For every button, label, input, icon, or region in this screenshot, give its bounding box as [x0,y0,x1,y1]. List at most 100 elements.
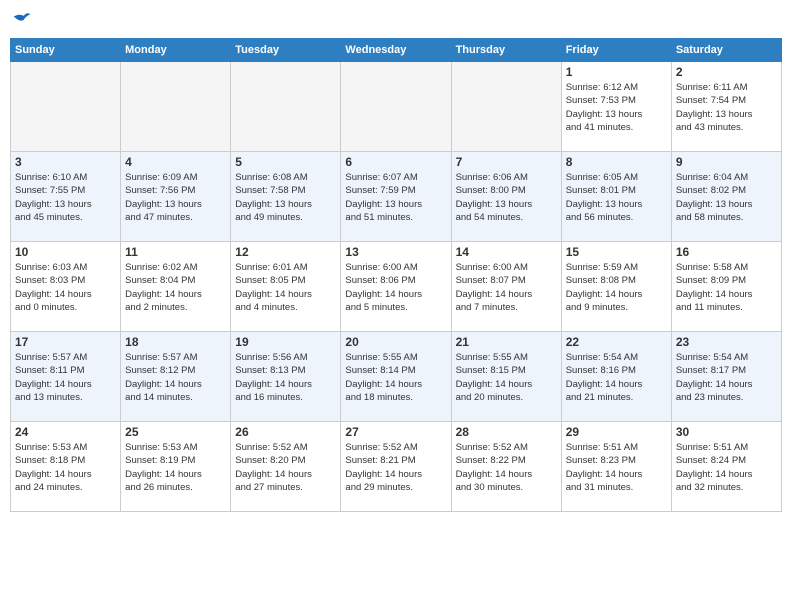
day-info: Sunrise: 5:52 AMSunset: 8:20 PMDaylight:… [235,441,336,494]
day-info: Sunrise: 5:51 AMSunset: 8:23 PMDaylight:… [566,441,667,494]
calendar-header-tuesday: Tuesday [231,39,341,62]
calendar-cell: 15 Sunrise: 5:59 AMSunset: 8:08 PMDayligh… [561,242,671,332]
day-number: 7 [456,155,557,169]
calendar-cell: 28 Sunrise: 5:52 AMSunset: 8:22 PMDayligh… [451,422,561,512]
day-info: Sunrise: 6:06 AMSunset: 8:00 PMDaylight:… [456,171,557,224]
day-number: 28 [456,425,557,439]
day-info: Sunrise: 6:10 AMSunset: 7:55 PMDaylight:… [15,171,116,224]
calendar-cell: 30 Sunrise: 5:51 AMSunset: 8:24 PMDayligh… [671,422,781,512]
calendar-cell: 23 Sunrise: 5:54 AMSunset: 8:17 PMDayligh… [671,332,781,422]
calendar-cell [451,62,561,152]
calendar-cell [121,62,231,152]
day-info: Sunrise: 6:08 AMSunset: 7:58 PMDaylight:… [235,171,336,224]
day-info: Sunrise: 5:54 AMSunset: 8:17 PMDaylight:… [676,351,777,404]
day-number: 24 [15,425,116,439]
calendar-cell: 16 Sunrise: 5:58 AMSunset: 8:09 PMDayligh… [671,242,781,332]
calendar-cell: 26Sunrise: 5:52 AMSunset: 8:20 PMDayligh… [231,422,341,512]
day-info: Sunrise: 5:55 AMSunset: 8:15 PMDaylight:… [456,351,557,404]
day-info: Sunrise: 6:09 AMSunset: 7:56 PMDaylight:… [125,171,226,224]
day-info: Sunrise: 6:03 AMSunset: 8:03 PMDaylight:… [15,261,116,314]
calendar-header-friday: Friday [561,39,671,62]
day-number: 17 [15,335,116,349]
calendar-week-row: 3 Sunrise: 6:10 AMSunset: 7:55 PMDaylight… [11,152,782,242]
day-number: 13 [345,245,446,259]
day-info: Sunrise: 6:07 AMSunset: 7:59 PMDaylight:… [345,171,446,224]
page-header [10,10,782,30]
calendar-cell [11,62,121,152]
calendar-cell: 9 Sunrise: 6:04 AMSunset: 8:02 PMDaylight… [671,152,781,242]
calendar-header-sunday: Sunday [11,39,121,62]
calendar-cell: 8Sunrise: 6:05 AMSunset: 8:01 PMDaylight… [561,152,671,242]
calendar-cell: 24 Sunrise: 5:53 AMSunset: 8:18 PMDayligh… [11,422,121,512]
calendar-cell: 18Sunrise: 5:57 AMSunset: 8:12 PMDayligh… [121,332,231,422]
calendar-cell: 12 Sunrise: 6:01 AMSunset: 8:05 PMDayligh… [231,242,341,332]
calendar-header-saturday: Saturday [671,39,781,62]
calendar-cell: 13 Sunrise: 6:00 AMSunset: 8:06 PMDayligh… [341,242,451,332]
calendar-cell: 27 Sunrise: 5:52 AMSunset: 8:21 PMDayligh… [341,422,451,512]
day-number: 23 [676,335,777,349]
day-number: 15 [566,245,667,259]
day-number: 25 [125,425,226,439]
day-info: Sunrise: 6:02 AMSunset: 8:04 PMDaylight:… [125,261,226,314]
calendar-cell: 1 Sunrise: 6:12 AMSunset: 7:53 PMDaylight… [561,62,671,152]
calendar-cell: 17 Sunrise: 5:57 AMSunset: 8:11 PMDayligh… [11,332,121,422]
day-number: 29 [566,425,667,439]
calendar-cell: 4 Sunrise: 6:09 AMSunset: 7:56 PMDaylight… [121,152,231,242]
day-number: 4 [125,155,226,169]
day-number: 20 [345,335,446,349]
day-number: 16 [676,245,777,259]
calendar-cell [341,62,451,152]
day-info: Sunrise: 5:52 AMSunset: 8:21 PMDaylight:… [345,441,446,494]
calendar-week-row: 1 Sunrise: 6:12 AMSunset: 7:53 PMDaylight… [11,62,782,152]
calendar-cell: 20 Sunrise: 5:55 AMSunset: 8:14 PMDayligh… [341,332,451,422]
calendar-cell: 29 Sunrise: 5:51 AMSunset: 8:23 PMDayligh… [561,422,671,512]
calendar-week-row: 24 Sunrise: 5:53 AMSunset: 8:18 PMDayligh… [11,422,782,512]
calendar-header-row: SundayMondayTuesdayWednesdayThursdayFrid… [11,39,782,62]
day-info: Sunrise: 6:11 AMSunset: 7:54 PMDaylight:… [676,81,777,134]
calendar-cell [231,62,341,152]
calendar-cell: 3 Sunrise: 6:10 AMSunset: 7:55 PMDaylight… [11,152,121,242]
day-info: Sunrise: 5:53 AMSunset: 8:18 PMDaylight:… [15,441,116,494]
day-number: 3 [15,155,116,169]
calendar-cell: 22Sunrise: 5:54 AMSunset: 8:16 PMDayligh… [561,332,671,422]
calendar-cell: 5 Sunrise: 6:08 AMSunset: 7:58 PMDaylight… [231,152,341,242]
day-number: 2 [676,65,777,79]
calendar-cell: 25 Sunrise: 5:53 AMSunset: 8:19 PMDayligh… [121,422,231,512]
day-number: 8 [566,155,667,169]
day-info: Sunrise: 5:52 AMSunset: 8:22 PMDaylight:… [456,441,557,494]
day-number: 10 [15,245,116,259]
day-number: 30 [676,425,777,439]
day-info: Sunrise: 5:56 AMSunset: 8:13 PMDaylight:… [235,351,336,404]
day-number: 1 [566,65,667,79]
day-info: Sunrise: 6:12 AMSunset: 7:53 PMDaylight:… [566,81,667,134]
calendar-cell: 19 Sunrise: 5:56 AMSunset: 8:13 PMDayligh… [231,332,341,422]
day-number: 9 [676,155,777,169]
day-info: Sunrise: 5:53 AMSunset: 8:19 PMDaylight:… [125,441,226,494]
calendar-cell: 21 Sunrise: 5:55 AMSunset: 8:15 PMDayligh… [451,332,561,422]
day-number: 18 [125,335,226,349]
day-number: 27 [345,425,446,439]
day-info: Sunrise: 5:57 AMSunset: 8:11 PMDaylight:… [15,351,116,404]
logo-bird-icon [12,10,32,30]
calendar-cell: 2 Sunrise: 6:11 AMSunset: 7:54 PMDaylight… [671,62,781,152]
day-number: 19 [235,335,336,349]
calendar-cell: 10 Sunrise: 6:03 AMSunset: 8:03 PMDayligh… [11,242,121,332]
day-number: 21 [456,335,557,349]
day-info: Sunrise: 6:01 AMSunset: 8:05 PMDaylight:… [235,261,336,314]
day-number: 12 [235,245,336,259]
day-info: Sunrise: 5:58 AMSunset: 8:09 PMDaylight:… [676,261,777,314]
day-info: Sunrise: 6:04 AMSunset: 8:02 PMDaylight:… [676,171,777,224]
day-number: 11 [125,245,226,259]
day-info: Sunrise: 5:55 AMSunset: 8:14 PMDaylight:… [345,351,446,404]
calendar-table: SundayMondayTuesdayWednesdayThursdayFrid… [10,38,782,512]
calendar-week-row: 17 Sunrise: 5:57 AMSunset: 8:11 PMDayligh… [11,332,782,422]
calendar-cell: 11 Sunrise: 6:02 AMSunset: 8:04 PMDayligh… [121,242,231,332]
day-info: Sunrise: 5:54 AMSunset: 8:16 PMDaylight:… [566,351,667,404]
calendar-cell: 7 Sunrise: 6:06 AMSunset: 8:00 PMDaylight… [451,152,561,242]
day-info: Sunrise: 6:00 AMSunset: 8:06 PMDaylight:… [345,261,446,314]
logo [10,10,32,30]
day-info: Sunrise: 5:51 AMSunset: 8:24 PMDaylight:… [676,441,777,494]
day-number: 5 [235,155,336,169]
calendar-header-monday: Monday [121,39,231,62]
day-info: Sunrise: 5:59 AMSunset: 8:08 PMDaylight:… [566,261,667,314]
